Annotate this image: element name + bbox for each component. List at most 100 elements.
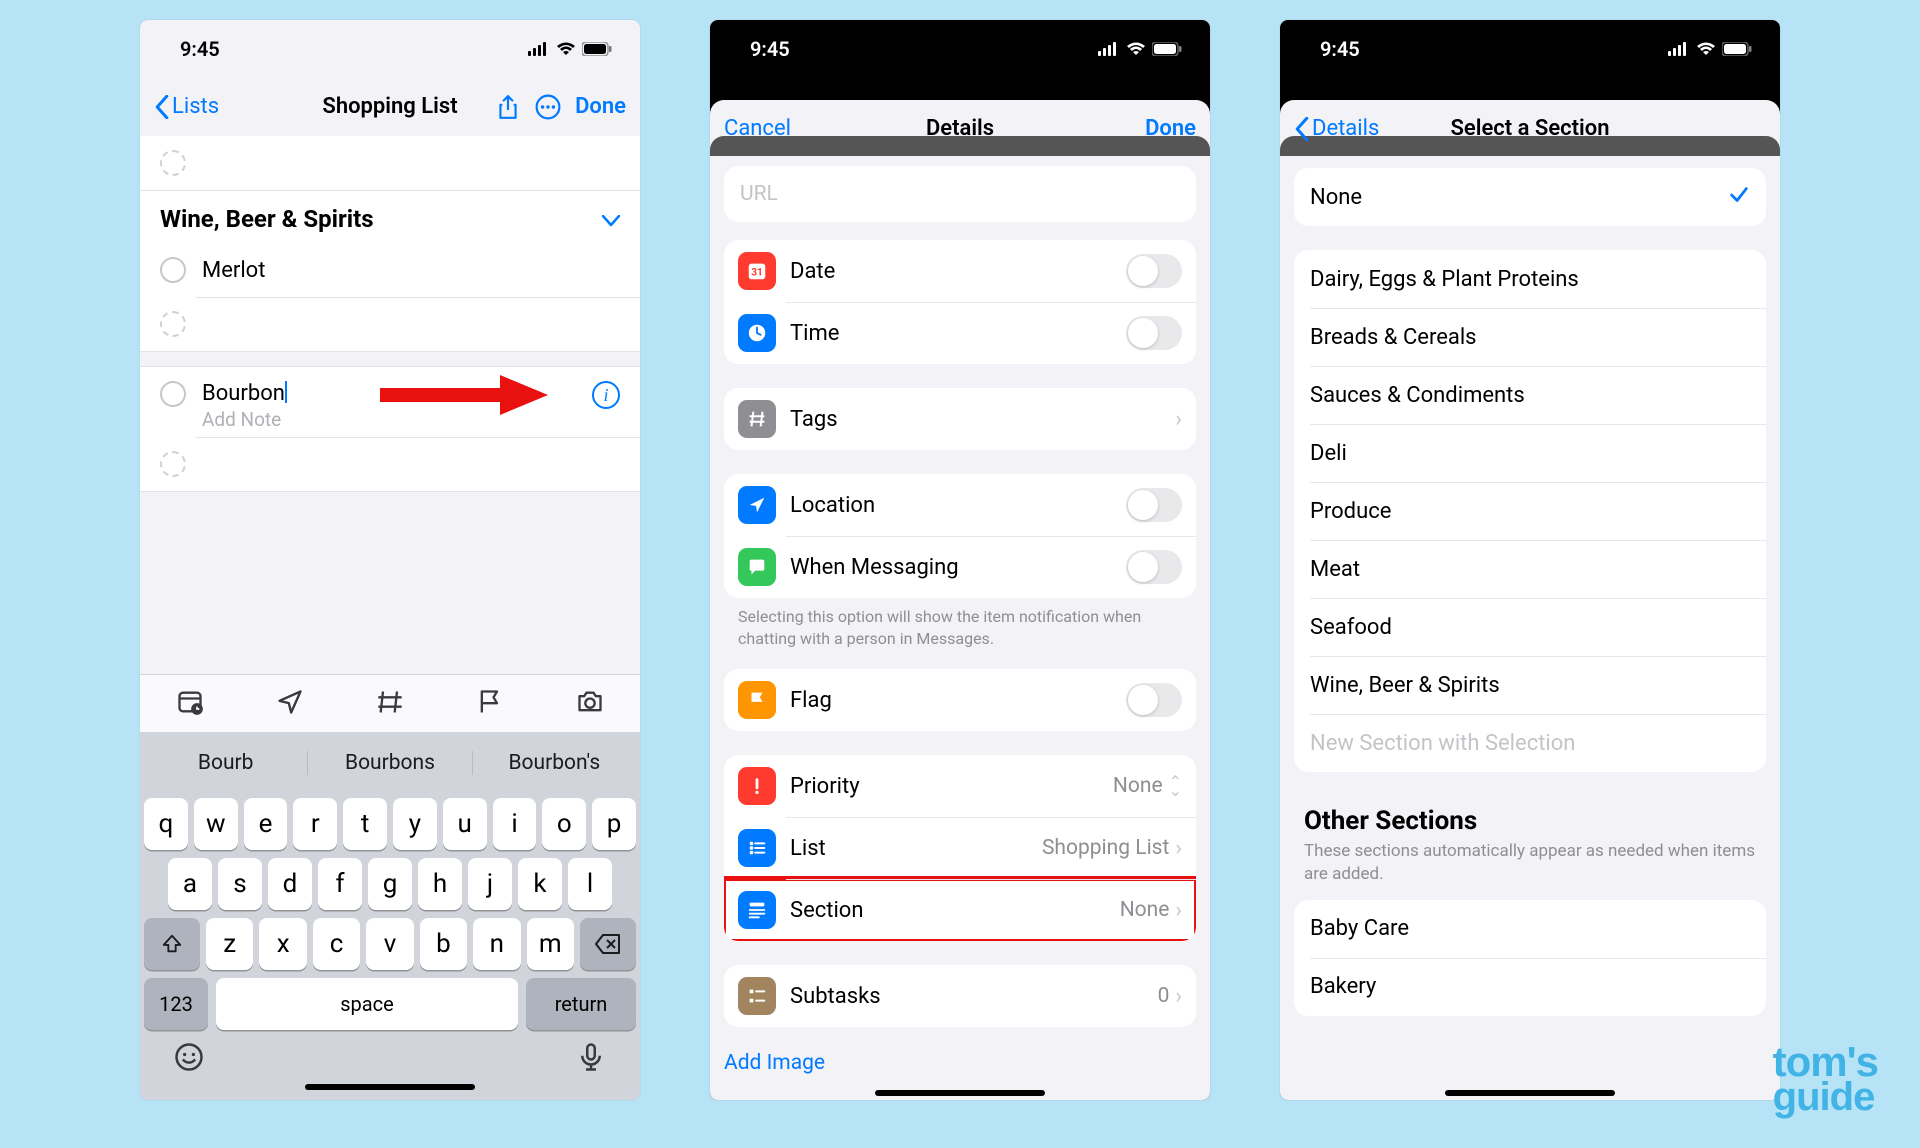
more-icon[interactable] (535, 94, 561, 120)
calendar-icon[interactable] (176, 688, 204, 720)
key-r[interactable]: r (293, 798, 337, 850)
prediction-bar: Bourb Bourbons Bourbon's (144, 736, 636, 790)
add-note-placeholder[interactable]: Add Note (202, 408, 592, 431)
section-option-none[interactable]: None (1294, 168, 1766, 226)
toggle[interactable] (1126, 254, 1182, 288)
key-delete[interactable] (580, 918, 636, 970)
row-value: Shopping List (1042, 836, 1169, 860)
section-option[interactable]: Dairy, Eggs & Plant Proteins (1294, 250, 1766, 308)
key-shift[interactable] (144, 918, 200, 970)
key-v[interactable]: v (366, 918, 413, 970)
cancel-button[interactable]: Cancel (724, 116, 791, 141)
section-header-wine[interactable]: Wine, Beer & Spirits (140, 191, 640, 243)
toggle[interactable] (1126, 683, 1182, 717)
key-y[interactable]: y (393, 798, 437, 850)
info-icon[interactable]: i (592, 381, 620, 409)
back-button[interactable]: Lists (154, 94, 219, 119)
chevron-down-icon (602, 205, 620, 233)
add-image-link[interactable]: Add Image (724, 1051, 1196, 1075)
key-p[interactable]: p (592, 798, 636, 850)
key-space[interactable]: space (216, 978, 518, 1030)
row-tags[interactable]: Tags › (724, 388, 1196, 450)
share-icon[interactable] (495, 94, 521, 120)
phone-details: 9:45 Cancel Details Done URL 31 Date (710, 20, 1210, 1100)
section-option[interactable]: Seafood (1294, 598, 1766, 656)
toggle[interactable] (1126, 316, 1182, 350)
option-label: Dairy, Eggs & Plant Proteins (1310, 267, 1750, 292)
row-location[interactable]: Location (724, 474, 1196, 536)
key-x[interactable]: x (259, 918, 306, 970)
keyboard: Bourb Bourbons Bourbon's q w e r t y u i… (140, 732, 640, 1100)
blank-row[interactable] (140, 297, 640, 351)
key-i[interactable]: i (493, 798, 537, 850)
key-t[interactable]: t (343, 798, 387, 850)
toggle[interactable] (1126, 550, 1182, 584)
done-button[interactable]: Done (575, 94, 626, 119)
camera-icon[interactable] (576, 688, 604, 720)
list-item-bourbon[interactable]: Bourbon Add Note i (140, 367, 640, 437)
toggle[interactable] (1126, 488, 1182, 522)
key-g[interactable]: g (368, 858, 412, 910)
row-section[interactable]: Section None › (724, 879, 1196, 941)
row-messaging[interactable]: When Messaging (724, 536, 1196, 598)
row-priority[interactable]: Priority None ⌃⌄ (724, 755, 1196, 817)
list-item-merlot[interactable]: Merlot (140, 243, 640, 297)
dictation-icon[interactable] (576, 1042, 606, 1076)
key-return[interactable]: return (526, 978, 636, 1030)
section-option[interactable]: Deli (1294, 424, 1766, 482)
key-w[interactable]: w (194, 798, 238, 850)
key-n[interactable]: n (473, 918, 520, 970)
url-field[interactable]: URL (724, 166, 1196, 222)
blank-row[interactable] (140, 437, 640, 491)
prediction-2[interactable]: Bourbons (308, 751, 472, 775)
nav-title: Shopping List (322, 94, 457, 119)
key-c[interactable]: c (313, 918, 360, 970)
key-b[interactable]: b (420, 918, 467, 970)
key-m[interactable]: m (527, 918, 574, 970)
location-icon[interactable] (276, 688, 304, 720)
row-label: When Messaging (790, 555, 1126, 580)
section-option[interactable]: Baby Care (1294, 900, 1766, 958)
status-time: 9:45 (750, 37, 790, 61)
key-numbers[interactable]: 123 (144, 978, 208, 1030)
prediction-1[interactable]: Bourb (144, 751, 308, 775)
svg-text:31: 31 (751, 268, 763, 279)
key-d[interactable]: d (268, 858, 312, 910)
section-option[interactable]: Breads & Cereals (1294, 308, 1766, 366)
list-content: Wine, Beer & Spirits Merlot Bourbon Add … (140, 136, 640, 1100)
row-list[interactable]: List Shopping List › (724, 817, 1196, 879)
key-h[interactable]: h (418, 858, 462, 910)
key-a[interactable]: a (168, 858, 212, 910)
flag-icon[interactable] (476, 688, 504, 720)
section-option[interactable]: Wine, Beer & Spirits (1294, 656, 1766, 714)
key-z[interactable]: z (206, 918, 253, 970)
section-option[interactable]: Meat (1294, 540, 1766, 598)
key-f[interactable]: f (318, 858, 362, 910)
back-button[interactable]: Details (1294, 116, 1379, 141)
home-indicator (1445, 1090, 1615, 1096)
hashtag-icon[interactable] (376, 688, 404, 720)
row-subtasks[interactable]: Subtasks 0 › (724, 965, 1196, 1027)
key-j[interactable]: j (468, 858, 512, 910)
key-k[interactable]: k (518, 858, 562, 910)
section-option[interactable]: Bakery (1294, 958, 1766, 1016)
key-u[interactable]: u (443, 798, 487, 850)
key-row-3: z x c v b n m (144, 918, 636, 970)
key-e[interactable]: e (244, 798, 288, 850)
row-time[interactable]: Time (724, 302, 1196, 364)
key-s[interactable]: s (218, 858, 262, 910)
prediction-3[interactable]: Bourbon's (473, 751, 636, 775)
item-label: Bourbon (202, 381, 592, 406)
calendar-icon: 31 (738, 252, 776, 290)
row-flag[interactable]: Flag (724, 669, 1196, 731)
done-button[interactable]: Done (1145, 116, 1196, 141)
section-option[interactable]: Sauces & Condiments (1294, 366, 1766, 424)
key-l[interactable]: l (568, 858, 612, 910)
emoji-icon[interactable] (174, 1042, 204, 1076)
key-row-2: a s d f g h j k l (144, 858, 636, 910)
section-option[interactable]: Produce (1294, 482, 1766, 540)
key-o[interactable]: o (542, 798, 586, 850)
row-date[interactable]: 31 Date (724, 240, 1196, 302)
blank-row[interactable] (140, 136, 640, 190)
key-q[interactable]: q (144, 798, 188, 850)
